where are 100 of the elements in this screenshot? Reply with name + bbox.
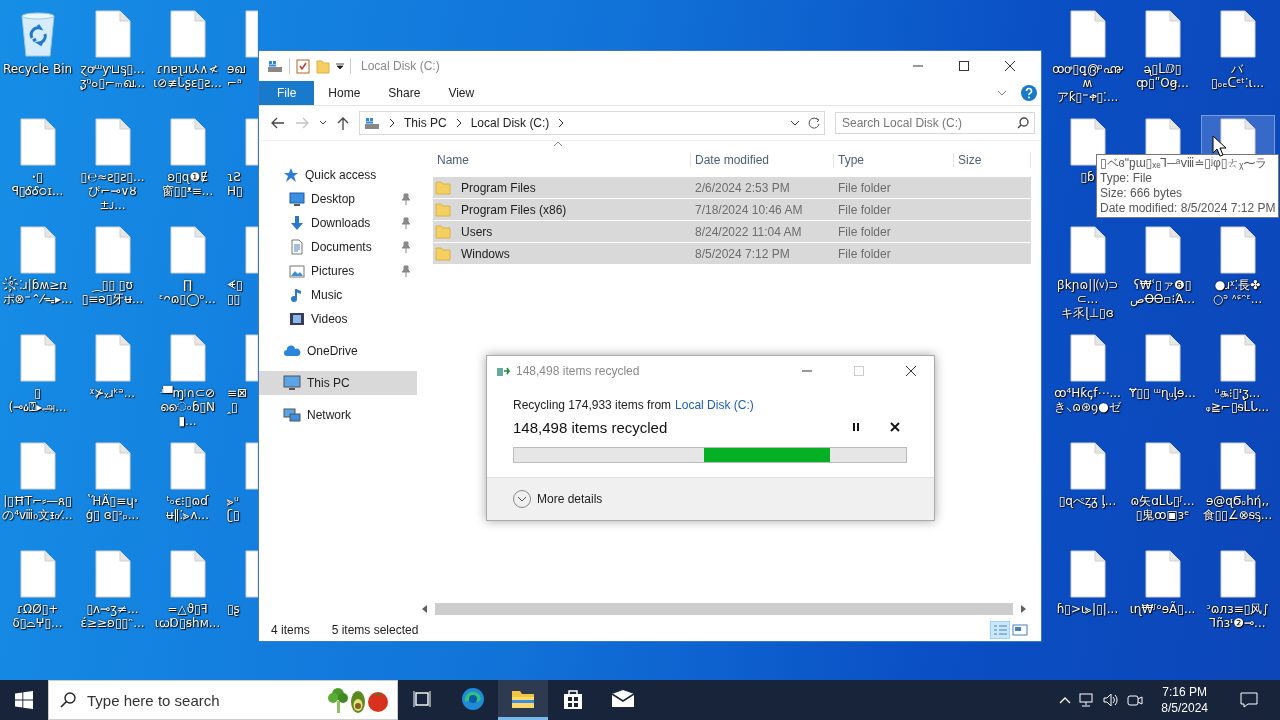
desktop-icon bbox=[289, 191, 305, 207]
file-icon[interactable] bbox=[17, 442, 58, 490]
search-field[interactable]: Search Local Disk (C:) bbox=[835, 112, 1035, 134]
file-icon[interactable] bbox=[1142, 442, 1183, 490]
nav-item[interactable]: Desktop bbox=[259, 187, 417, 211]
show-hidden-icons-chevron-icon[interactable] bbox=[1059, 696, 1072, 704]
nav-item[interactable]: Downloads bbox=[259, 211, 417, 235]
file-icon[interactable] bbox=[92, 10, 133, 58]
window-title: Local Disk (C:) bbox=[361, 59, 440, 73]
file-icon[interactable] bbox=[1217, 10, 1258, 58]
nav-item[interactable]: Music bbox=[259, 283, 417, 307]
file-icon[interactable] bbox=[1067, 334, 1108, 382]
up-arrow-icon[interactable] bbox=[337, 116, 349, 130]
file-icon[interactable] bbox=[17, 550, 58, 598]
file-icon[interactable] bbox=[167, 334, 208, 382]
file-row[interactable]: Program Files (x86) 7/18/2024 10:46 AM File folder bbox=[433, 199, 1031, 221]
pause-icon bbox=[852, 422, 860, 432]
nav-item[interactable]: Quick access bbox=[259, 163, 417, 187]
icon-label: ɾΩØ▯+ δ▯⌓ⵖ▯... bbox=[12, 602, 63, 630]
file-row[interactable]: Windows 8/5/2024 7:12 PM File folder bbox=[433, 243, 1031, 265]
file-icon[interactable] bbox=[92, 118, 133, 166]
properties-icon[interactable] bbox=[296, 58, 310, 74]
column-header[interactable]: Name bbox=[433, 153, 691, 167]
file-icon[interactable] bbox=[1067, 550, 1108, 598]
nav-item[interactable]: Pictures bbox=[259, 259, 417, 283]
icon-label: Ɏ▯▯ ᵚɳᵤᶅɘ... bbox=[1129, 386, 1196, 400]
download-arrow-icon bbox=[289, 215, 305, 231]
dropdown-caret-icon[interactable] bbox=[336, 62, 344, 70]
column-header[interactable]: Type bbox=[834, 153, 954, 167]
icon-label: ɀꝍᵚƴ⊔ᶊ▯... ᶚᵑ๐▯⌐ₘഖ... bbox=[80, 62, 145, 90]
file-icon[interactable] bbox=[167, 118, 208, 166]
ribbon-tab[interactable]: Share bbox=[374, 81, 435, 105]
file-icon[interactable] bbox=[17, 118, 58, 166]
source-link[interactable]: Local Disk (C:) bbox=[675, 398, 754, 412]
file-icon[interactable] bbox=[1067, 226, 1108, 274]
file-icon[interactable] bbox=[1067, 10, 1108, 58]
nav-item[interactable]: Videos bbox=[259, 307, 417, 331]
file-icon[interactable] bbox=[1217, 442, 1258, 490]
breadcrumb[interactable]: This PC bbox=[404, 116, 447, 130]
icon-label: ꞏ▯ ꟼ▯ᎴᎴ੦ɪ... bbox=[11, 170, 64, 198]
file-icon[interactable] bbox=[1142, 550, 1183, 598]
camera-icon[interactable] bbox=[1127, 692, 1144, 708]
file-icon[interactable] bbox=[167, 226, 208, 274]
taskbar-search-field[interactable]: Type here to search bbox=[48, 680, 398, 720]
column-header[interactable]: Size bbox=[954, 153, 1031, 167]
refresh-icon[interactable] bbox=[808, 117, 820, 129]
file-icon[interactable] bbox=[92, 442, 133, 490]
file-icon[interactable] bbox=[17, 334, 58, 382]
file-menu-button[interactable]: File bbox=[259, 81, 315, 105]
nav-item[interactable]: Documents bbox=[259, 235, 417, 259]
file-name: Program Files (x86) bbox=[460, 202, 567, 217]
icon-label: ৎ҉⁚ɹ|ɓʍ≥ռ ポ⊗⁼⌃⁄ᯓ▸... bbox=[2, 278, 73, 306]
help-icon[interactable] bbox=[1021, 85, 1037, 101]
picture-icon bbox=[289, 263, 305, 279]
large-icons-view-icon[interactable] bbox=[1011, 622, 1029, 638]
scrollbar-thumb[interactable] bbox=[435, 603, 1013, 615]
file-icon[interactable] bbox=[1217, 550, 1258, 598]
file-icon[interactable] bbox=[1142, 334, 1183, 382]
nav-item[interactable]: OneDrive bbox=[259, 339, 417, 363]
ribbon-tab[interactable]: Home bbox=[314, 81, 375, 105]
task-view-icon bbox=[413, 689, 433, 708]
more-details-button[interactable]: More details bbox=[513, 490, 603, 508]
file-icon[interactable] bbox=[1142, 10, 1183, 58]
speaker-icon[interactable] bbox=[1103, 692, 1120, 708]
recent-locations-chevron-icon[interactable] bbox=[319, 120, 327, 126]
nav-item[interactable]: Network bbox=[259, 403, 417, 427]
file-icon[interactable] bbox=[1142, 226, 1183, 274]
network-icon[interactable] bbox=[1079, 692, 1096, 708]
clock-time[interactable]: 7:16 PM bbox=[1162, 684, 1207, 700]
back-arrow-icon[interactable] bbox=[271, 117, 285, 129]
ribbon-tab[interactable]: View bbox=[434, 81, 489, 105]
folder-icon bbox=[435, 224, 451, 239]
file-icon[interactable] bbox=[167, 10, 208, 58]
vegetables-drawing bbox=[328, 685, 390, 715]
file-icon[interactable] bbox=[17, 226, 58, 274]
file-icon[interactable] bbox=[167, 550, 208, 598]
breadcrumb[interactable]: Local Disk (C:) bbox=[470, 116, 550, 130]
file-name: Program Files bbox=[460, 180, 536, 195]
expand-ribbon-chevron-icon[interactable] bbox=[997, 89, 1007, 97]
file-type: File folder bbox=[837, 246, 892, 261]
file-icon[interactable] bbox=[167, 442, 208, 490]
envelope-icon bbox=[611, 689, 635, 708]
file-icon[interactable] bbox=[92, 334, 133, 382]
date-modified: 8/24/2022 11:04 AM bbox=[694, 224, 803, 239]
file-row[interactable]: Users 8/24/2022 11:04 AM File folder bbox=[433, 221, 1031, 243]
address-dropdown-chevron-icon[interactable] bbox=[790, 119, 800, 127]
taskbar-app-button[interactable] bbox=[498, 680, 548, 720]
file-icon[interactable] bbox=[1217, 334, 1258, 382]
file-icon[interactable] bbox=[92, 226, 133, 274]
clock-date[interactable]: 8/5/2024 bbox=[1161, 700, 1208, 716]
file-icon[interactable] bbox=[1067, 442, 1108, 490]
file-row[interactable]: Program Files 2/6/2024 2:53 PM File folder bbox=[433, 177, 1031, 199]
file-icon[interactable] bbox=[92, 550, 133, 598]
column-header[interactable]: Date modified bbox=[691, 153, 834, 167]
icon-label: ⪢ᵘ ʗ▯ bbox=[227, 494, 240, 522]
nav-item[interactable]: This PC bbox=[259, 371, 417, 395]
item-count: 4 items bbox=[271, 623, 310, 637]
file-icon[interactable] bbox=[1217, 226, 1258, 274]
sort-ascending-icon bbox=[553, 141, 563, 147]
folder-icon bbox=[435, 202, 451, 217]
